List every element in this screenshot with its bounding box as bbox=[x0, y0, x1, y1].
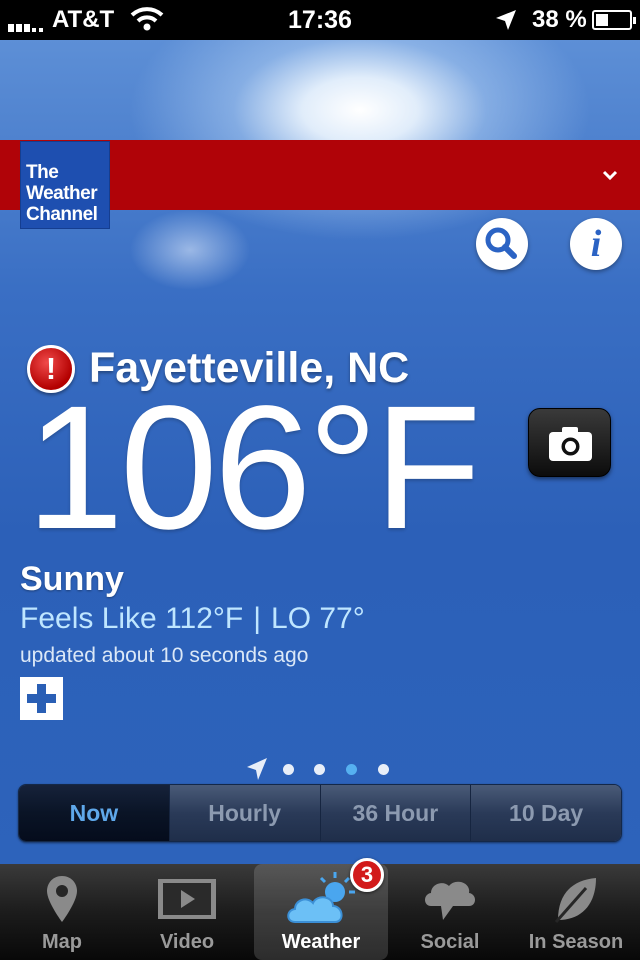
tab-label: Weather bbox=[281, 931, 361, 953]
status-bar: AT&T 17:36 38 % bbox=[0, 0, 640, 40]
weather-icon bbox=[287, 872, 355, 923]
tab-label: In Season bbox=[528, 931, 624, 953]
condition-text: Sunny bbox=[20, 560, 124, 598]
info-icon: i bbox=[590, 223, 602, 265]
feels-like: Feels Like 112°F bbox=[20, 602, 244, 635]
notification-badge: 3 bbox=[350, 858, 384, 892]
tab-bar: Map Video Weather Social In Season bbox=[0, 864, 640, 960]
leaf-icon bbox=[554, 878, 596, 923]
video-icon bbox=[158, 879, 216, 919]
page-dot[interactable] bbox=[283, 764, 294, 775]
tab-label: Video bbox=[159, 931, 215, 953]
social-icon bbox=[425, 881, 475, 920]
separator: | bbox=[253, 602, 262, 635]
tab-map[interactable]: Map bbox=[0, 864, 124, 960]
updated-timestamp: updated about 10 seconds ago bbox=[20, 644, 309, 667]
current-temperature: 106°F bbox=[26, 370, 482, 566]
chevron-down-icon[interactable] bbox=[600, 168, 620, 184]
location-arrow-icon bbox=[496, 10, 516, 30]
tab-now[interactable]: Now bbox=[19, 785, 169, 841]
page-dot[interactable] bbox=[378, 764, 389, 775]
tab-36-hour[interactable]: 36 Hour bbox=[319, 785, 471, 841]
search-button[interactable] bbox=[476, 218, 528, 270]
page-dot-active[interactable] bbox=[346, 764, 357, 775]
location-page-icon bbox=[247, 758, 267, 780]
camera-icon bbox=[549, 427, 592, 461]
tab-10-day[interactable]: 10 Day bbox=[470, 785, 621, 841]
tab-label: Map bbox=[42, 931, 82, 953]
feels-like-line: Feels Like 112°F | LO 77° bbox=[20, 602, 365, 636]
tab-in-season[interactable]: In Season bbox=[512, 864, 640, 960]
map-pin-icon bbox=[47, 876, 77, 922]
info-button[interactable]: i bbox=[570, 218, 622, 270]
plus-icon[interactable] bbox=[20, 677, 63, 720]
tab-video[interactable]: Video bbox=[124, 864, 250, 960]
battery-percent: 38 % bbox=[532, 6, 587, 33]
camera-button[interactable] bbox=[528, 408, 611, 477]
tab-social[interactable]: Social bbox=[392, 864, 508, 960]
logo-line: The bbox=[26, 162, 59, 183]
search-icon bbox=[485, 227, 517, 259]
battery-icon bbox=[592, 10, 636, 30]
logo-line: Weather bbox=[26, 183, 98, 204]
forecast-segmented-control: Now Hourly 36 Hour 10 Day bbox=[18, 784, 622, 842]
logo-line: Channel bbox=[26, 204, 98, 225]
weather-channel-logo: The Weather Channel bbox=[20, 141, 110, 229]
tab-hourly[interactable]: Hourly bbox=[168, 785, 320, 841]
page-dot[interactable] bbox=[314, 764, 325, 775]
low-temperature: LO 77° bbox=[271, 602, 365, 635]
tab-label: Social bbox=[420, 931, 480, 953]
